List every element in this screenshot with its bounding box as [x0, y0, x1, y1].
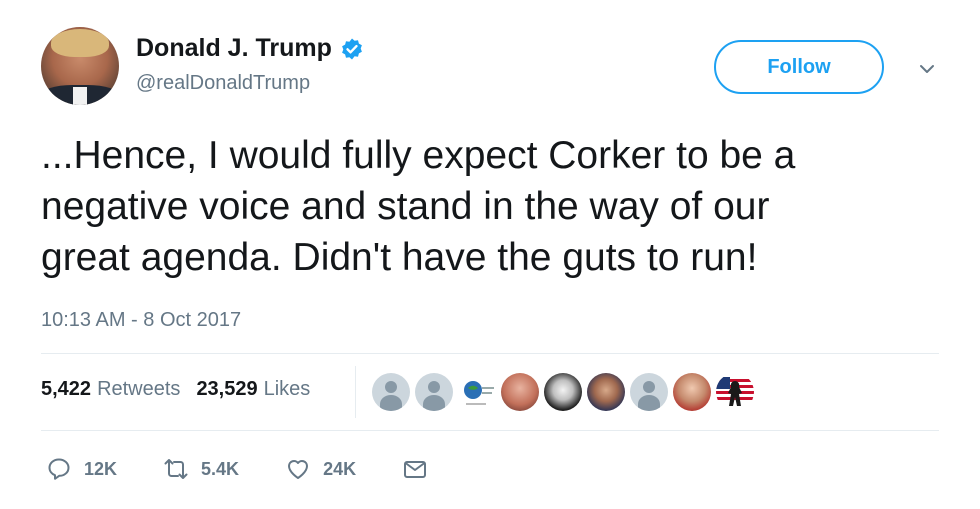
divider: [41, 353, 939, 354]
reply-button[interactable]: 12K: [46, 456, 117, 482]
retweet-count: 5.4K: [201, 458, 240, 479]
liker-avatar-photo[interactable]: [673, 373, 711, 411]
liker-avatar-photo[interactable]: [544, 373, 582, 411]
author-handle[interactable]: @realDonaldTrump: [136, 72, 310, 95]
author-name-row: Donald J. Trump: [136, 34, 364, 63]
follow-button[interactable]: Follow: [714, 40, 884, 94]
retweet-icon: [164, 459, 188, 479]
liker-avatar-flag[interactable]: [716, 373, 754, 411]
liker-avatar-logo[interactable]: [458, 373, 496, 411]
tweet-text: ...Hence, I would fully expect Corker to…: [41, 134, 796, 279]
liker-avatar-photo[interactable]: [501, 373, 539, 411]
likes-label: Likes: [263, 378, 311, 400]
reply-icon: [48, 458, 70, 480]
envelope-icon: [404, 461, 427, 478]
liker-avatar-default[interactable]: [630, 373, 668, 411]
reply-count: 12K: [84, 458, 118, 479]
likes-count: 23,529: [196, 378, 258, 400]
likes-stat[interactable]: 23,529 Likes: [196, 378, 310, 401]
liker-avatar-default[interactable]: [372, 373, 410, 411]
chevron-down-icon[interactable]: [916, 58, 938, 80]
direct-message-button[interactable]: [402, 456, 428, 482]
retweets-label: Retweets: [97, 378, 181, 400]
verified-badge-icon: [341, 38, 362, 59]
like-count: 24K: [323, 458, 357, 479]
liker-avatar-photo[interactable]: [587, 373, 625, 411]
retweets-count: 5,422: [41, 378, 92, 400]
profile-avatar[interactable]: [41, 27, 119, 105]
tweet-actions: 12K 5.4K 24K: [46, 456, 474, 482]
heart-icon: [288, 460, 309, 479]
tweet-timestamp[interactable]: 10:13 AM - 8 Oct 2017: [41, 309, 241, 332]
retweet-button[interactable]: 5.4K: [163, 456, 239, 482]
like-button[interactable]: 24K: [285, 456, 356, 482]
divider: [41, 430, 939, 431]
liker-avatar-default[interactable]: [415, 373, 453, 411]
author-display-name[interactable]: Donald J. Trump: [136, 34, 332, 63]
liker-avatars: [372, 373, 754, 411]
divider: [355, 366, 356, 418]
retweets-stat[interactable]: 5,422 Retweets: [41, 378, 180, 401]
tweet-stats: 5,422 Retweets 23,529 Likes: [41, 378, 326, 401]
